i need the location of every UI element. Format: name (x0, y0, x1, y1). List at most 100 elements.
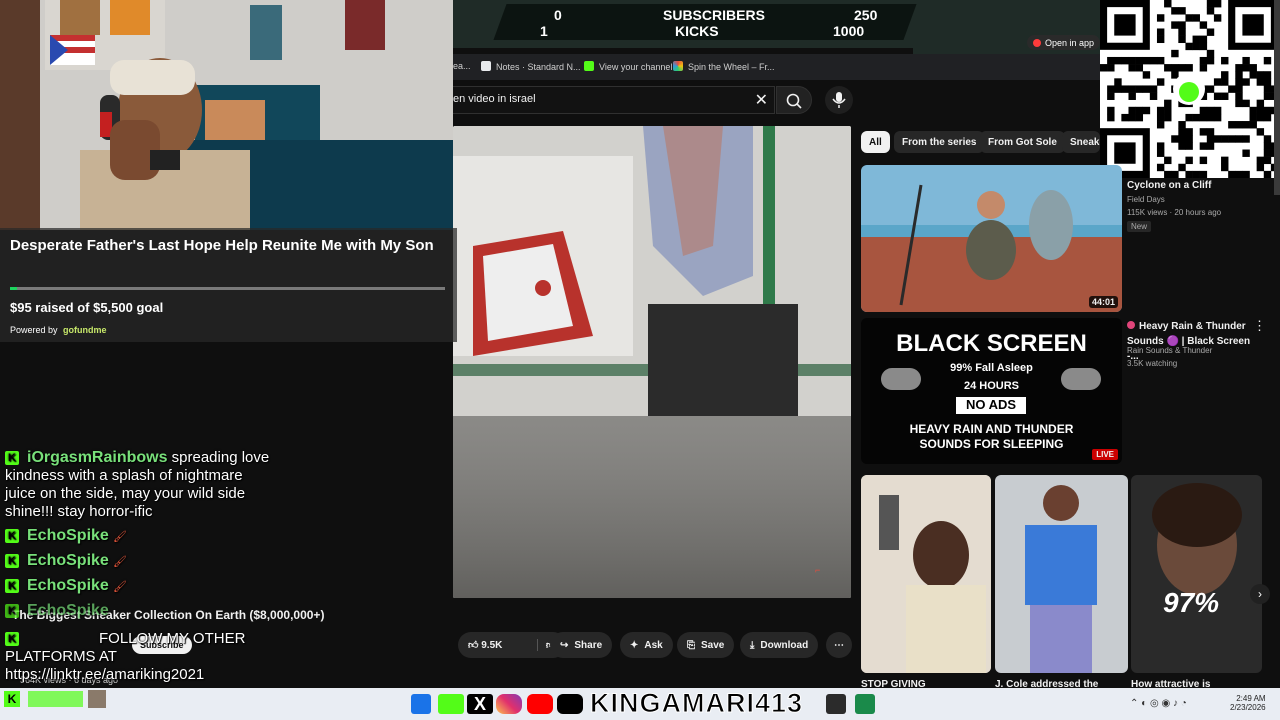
rec-title[interactable]: Heavy Rain & Thunder Sounds 🟣 | Black Sc… (1127, 318, 1257, 363)
video-frame: ⌐ (453, 126, 851, 598)
like-button[interactable]: 👍︎ 9.5K (468, 639, 502, 651)
qr-module (1263, 92, 1272, 100)
instagram-icon[interactable] (496, 694, 522, 714)
kick-app-icon[interactable] (438, 694, 464, 714)
qr-module (1242, 99, 1250, 108)
clock[interactable]: 2:49 AM 2/23/2026 (1230, 694, 1266, 712)
webcam-feed (0, 0, 453, 230)
qr-module (1164, 99, 1172, 108)
short-thumbnail[interactable] (861, 475, 991, 673)
qr-module (1192, 42, 1200, 51)
search-input[interactable]: en video in israel ✕ (453, 86, 775, 114)
qr-module (1256, 156, 1265, 165)
chip-from-the-series[interactable]: From the series (894, 131, 985, 153)
terminal-icon[interactable] (826, 694, 846, 714)
more-actions-button[interactable]: ⋯ (826, 632, 852, 658)
chevron-right-icon[interactable]: › (1250, 584, 1270, 604)
qr-module (1256, 78, 1265, 86)
qr-module (1235, 92, 1243, 100)
rec-duration: 44:01 (1088, 296, 1118, 308)
video-player[interactable]: ⌐ (453, 126, 851, 598)
qr-module (1206, 113, 1215, 122)
thumb-footer2: SOUNDS FOR SLEEPING (919, 437, 1064, 451)
bot-link[interactable]: https://linktr.ee/amariking2021 (5, 666, 204, 683)
scrollbar[interactable] (1274, 0, 1280, 195)
search-icon (786, 93, 802, 109)
chip-from-got-sole[interactable]: From Got Sole (980, 131, 1065, 153)
qr-module (1263, 85, 1272, 93)
qr-module (1185, 156, 1193, 165)
qr-module (1242, 78, 1250, 86)
qr-module (1142, 106, 1151, 115)
bookmark-item[interactable]: ea... (453, 61, 471, 71)
bookmark-item[interactable]: View your channel (584, 61, 672, 72)
qr-module (1171, 49, 1179, 58)
more-options-icon[interactable]: ⋮ (1253, 318, 1266, 334)
qr-module (1142, 85, 1151, 93)
rec-title[interactable]: Cyclone on a Cliff (1127, 180, 1211, 191)
rec-title-text: Heavy Rain & Thunder Sounds 🟣 | Black Sc… (1127, 321, 1251, 362)
chip-sneakers[interactable]: Sneake (1062, 131, 1100, 153)
rec-channel[interactable]: Rain Sounds & Thunder (1127, 346, 1212, 355)
qr-module (1185, 14, 1193, 22)
qr-module (1178, 121, 1186, 129)
qr-module (1235, 64, 1243, 72)
qr-module (1156, 121, 1165, 129)
chat-username: iOrgasmRainbows (27, 449, 168, 466)
download-button[interactable]: ⤓ Download (740, 632, 819, 658)
chat-message: K EchoSpike 🖌 (5, 527, 127, 545)
share-button[interactable]: ↪ Share (550, 632, 613, 658)
qr-module (1263, 78, 1272, 86)
qr-module (1135, 106, 1144, 115)
qr-module (1263, 71, 1272, 79)
qr-module (1242, 64, 1250, 72)
system-tray-icons[interactable]: ⌃ ◐ ◎ ◉ ♪ ◔ (1130, 698, 1187, 709)
fundraiser-progress-track (10, 287, 445, 290)
save-button[interactable]: ⎘ Save (677, 632, 735, 658)
clear-search-icon[interactable]: ✕ (755, 90, 768, 110)
kick-badge-icon: K (5, 451, 19, 465)
qr-module (1199, 128, 1208, 136)
bookmark-label: Spin the Wheel – Fr... (688, 62, 775, 72)
qr-module (1178, 163, 1186, 172)
qr-module (1235, 121, 1243, 129)
youtube-app-icon[interactable] (527, 694, 553, 714)
x-icon[interactable]: X (467, 694, 493, 714)
voice-search-button[interactable] (825, 86, 853, 114)
qr-module (1142, 56, 1151, 65)
qr-module (1249, 113, 1257, 122)
windows-start-icon[interactable] (411, 694, 431, 714)
qr-module (1199, 21, 1208, 29)
subscribers-goal: 250 (854, 7, 878, 23)
qr-module (1178, 35, 1186, 44)
qr-module (1128, 106, 1136, 115)
search-button[interactable] (776, 86, 812, 114)
short-thumbnail[interactable] (995, 475, 1128, 673)
ask-button[interactable]: ✦ Ask (620, 632, 673, 658)
tiktok-icon[interactable] (557, 694, 583, 714)
chat-username: EchoSpike (27, 552, 109, 569)
bookmark-item[interactable]: Spin the Wheel – Fr... (673, 61, 775, 72)
qr-module (1156, 106, 1165, 115)
qr-module (1206, 85, 1215, 93)
rec-meta: 3.5K watching (1127, 359, 1178, 368)
qr-module (1178, 135, 1186, 143)
chat-message: K EchoSpike 🖌 (5, 552, 127, 570)
rec-channel[interactable]: Field Days (1127, 195, 1165, 204)
bookmark-item[interactable]: Notes · Standard N... (481, 61, 581, 72)
qr-module (1135, 85, 1144, 93)
chip-all[interactable]: All (861, 131, 890, 153)
rec-thumbnail[interactable]: BLACK SCREEN 99% Fall Asleep 24 HOURS NO… (861, 318, 1122, 464)
qr-module (1249, 71, 1257, 79)
short-thumbnail[interactable]: 97% (1131, 475, 1262, 673)
kick-icon (584, 61, 594, 71)
open-in-app-button[interactable]: Open in app (1027, 35, 1101, 50)
rec-thumbnail[interactable]: 44:01 (861, 165, 1122, 312)
kick-icon[interactable]: K (4, 691, 20, 707)
qr-module (1178, 64, 1186, 72)
app-icon[interactable] (855, 694, 875, 714)
qr-module (1228, 85, 1236, 93)
microphone-icon (832, 92, 846, 108)
qr-module (1121, 113, 1129, 122)
new-badge: New (1127, 221, 1152, 232)
